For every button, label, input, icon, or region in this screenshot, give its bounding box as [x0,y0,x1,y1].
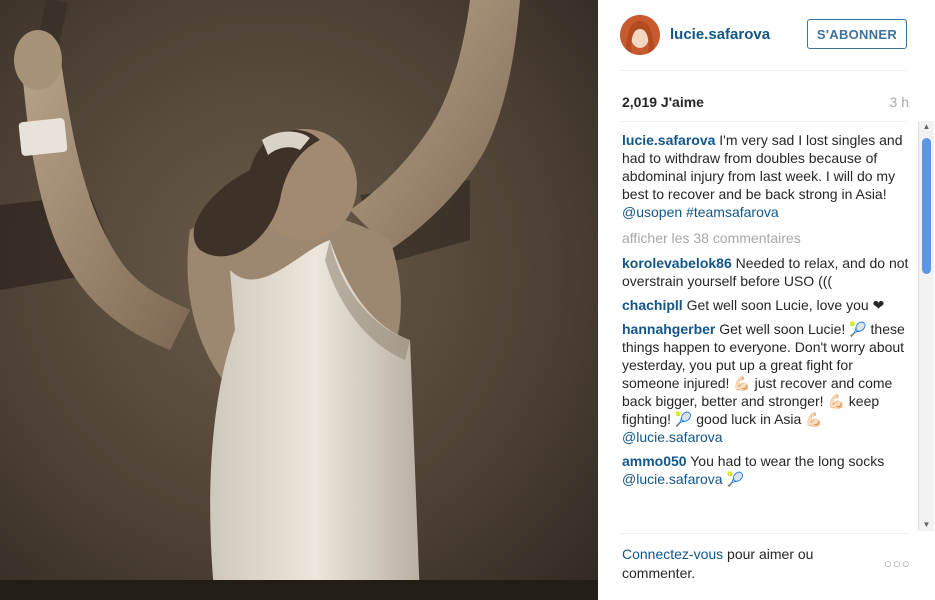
post-header: lucie.safarova S'ABONNER [598,0,935,70]
post-side-panel: lucie.safarova S'ABONNER 2,019 J'aime 3 … [598,0,935,600]
comment-text: Get well soon Lucie, love you ❤ [686,297,885,313]
comment-username[interactable]: ammo050 [622,453,687,469]
comments-scrollbar[interactable]: ▲ ▼ [918,121,934,531]
list-item: hannahgerber Get well soon Lucie! 🎾 thes… [622,320,912,446]
post-timestamp[interactable]: 3 h [890,94,909,110]
login-link[interactable]: Connectez-vous [622,546,723,562]
list-item: chachipll Get well soon Lucie, love you … [622,296,912,314]
caption: lucie.safarova I'm very sad I lost singl… [622,131,912,221]
comment-suffix: 🎾 [722,471,744,487]
scroll-up-icon[interactable]: ▲ [919,121,934,133]
tennis-player-photo [0,0,598,600]
post-photo[interactable] [0,0,598,600]
scroll-thumb[interactable] [922,138,931,274]
more-options-icon[interactable]: ○○○ [884,556,911,571]
scroll-down-icon[interactable]: ▼ [919,519,934,531]
header-divider [620,70,909,71]
show-more-comments-link[interactable]: afficher les 38 commentaires [622,229,912,247]
post-author-username[interactable]: lucie.safarova [670,26,770,43]
list-item: korolevabelok86 Needed to relax, and do … [622,254,912,290]
caption-hashtag[interactable]: #teamsafarova [686,204,779,220]
comment-mention[interactable]: @lucie.safarova [622,471,723,487]
follow-button[interactable]: S'ABONNER [807,19,907,49]
footer-divider [620,533,909,534]
avatar-icon[interactable] [620,15,660,55]
comments-list: lucie.safarova I'm very sad I lost singl… [622,131,912,528]
comment-username[interactable]: hannahgerber [622,321,715,337]
caption-mention[interactable]: @usopen [622,204,682,220]
likes-divider [620,121,909,122]
caption-username[interactable]: lucie.safarova [622,132,715,148]
comment-mention[interactable]: @lucie.safarova [622,429,723,445]
comment-username[interactable]: chachipll [622,297,683,313]
list-item: ammo050 You had to wear the long socks @… [622,452,912,488]
login-prompt: Connectez-vous pour aimer ou commenter. [622,545,852,583]
likes-count[interactable]: 2,019 J'aime [622,94,704,110]
comment-username[interactable]: korolevabelok86 [622,255,732,271]
comment-text: You had to wear the long socks [690,453,885,469]
